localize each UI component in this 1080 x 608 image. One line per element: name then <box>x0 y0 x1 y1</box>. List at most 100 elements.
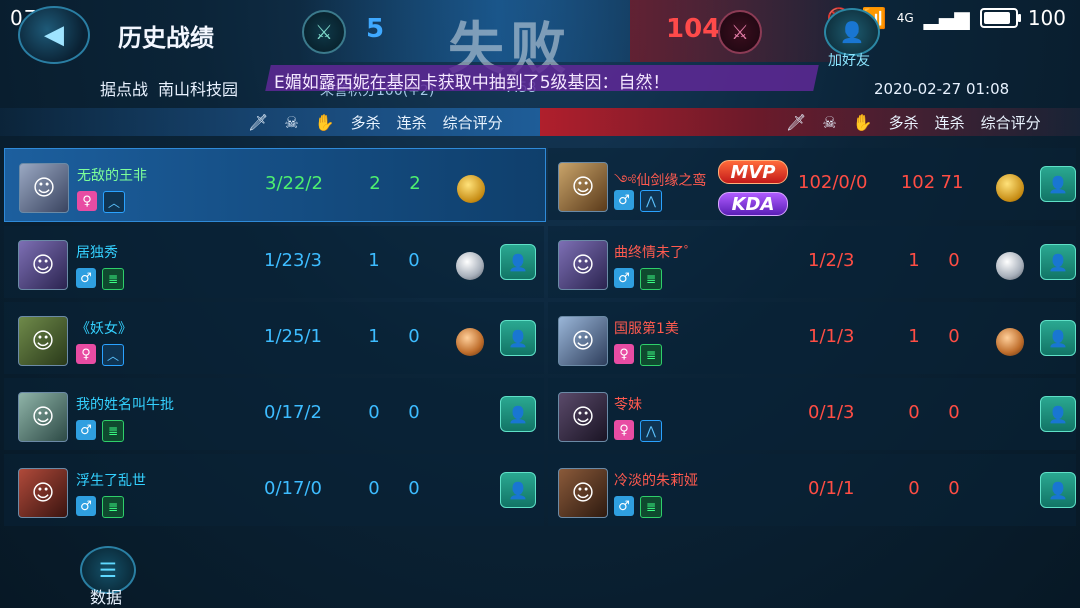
add-friend-button[interactable]: 👤 <box>500 472 536 508</box>
avatar: ☺ <box>18 240 68 290</box>
add-friend-button[interactable]: 👤 <box>500 320 536 356</box>
player-row[interactable]: ☺ 无敌的王非 ♀ ︿ 3/22/2 2 2 <box>4 148 546 222</box>
player-name[interactable]: 曲终情未了゜ <box>614 242 698 262</box>
add-user-icon: 👤 <box>1048 174 1068 194</box>
player-row[interactable]: ☺ 浮生了乱世 ♂ ≣ 0/17/0 0 0 👤 <box>4 454 544 526</box>
gender-icon: ♀ <box>614 420 634 440</box>
col-multi-kill: 多杀 <box>350 114 381 132</box>
blue-team-kills: 5 <box>366 14 385 44</box>
page-title: 历史战绩 <box>118 24 214 52</box>
streak: 0 <box>408 402 420 423</box>
add-friend-button[interactable]: 👤 <box>500 396 536 432</box>
add-friend-label: 加好友 <box>828 53 870 69</box>
gender-icon: ♂ <box>614 268 634 288</box>
red-team-kills: 104 <box>666 14 721 44</box>
kda: 3/22/2 <box>265 173 323 194</box>
col-multi-kill: 多杀 <box>888 114 919 132</box>
player-row[interactable]: ☺ 我的姓名叫牛批 ♂ ≣ 0/17/2 0 0 👤 <box>4 378 544 450</box>
kda-badge: KDA <box>718 192 788 216</box>
rank-icon: ≣ <box>640 496 662 518</box>
add-user-icon: 👤 <box>1048 328 1068 348</box>
streak: 0 <box>948 250 960 271</box>
add-friend-button[interactable]: 👤 <box>500 244 536 280</box>
rank-icon: ︿ <box>103 191 125 213</box>
rank-icon: ⋀ <box>640 420 662 442</box>
multi-kill: 1 <box>908 250 920 271</box>
col-streak: 连杀 <box>934 114 965 132</box>
kda: 0/17/0 <box>264 478 322 499</box>
player-name[interactable]: 无敌的王非 <box>77 165 147 185</box>
add-friend-button[interactable]: 👤 <box>1040 244 1076 280</box>
rank-icon: ≣ <box>102 268 124 290</box>
player-name[interactable]: 浮生了乱世 <box>76 470 146 490</box>
back-button[interactable]: ◀ <box>18 6 90 64</box>
gold-medal-icon <box>457 175 485 203</box>
player-row[interactable]: ☺ 曲终情未了゜ ♂ ≣ 1/2/3 1 0 👤 <box>548 226 1076 298</box>
red-team-emblem-icon: ⚔ <box>718 10 762 54</box>
match-date: 2020-02-27 01:08 <box>874 80 1010 98</box>
battery-icon <box>979 8 1021 28</box>
hand-icon: ✋ <box>852 113 873 132</box>
gender-icon: ♂ <box>614 496 634 516</box>
multi-kill: 0 <box>368 478 380 499</box>
kda: 102/0/0 <box>798 172 868 193</box>
rank-icon: ≣ <box>640 344 662 366</box>
sword-icon: 🗡 <box>786 113 807 132</box>
avatar: ☺ <box>18 468 68 518</box>
streak: 2 <box>409 173 421 194</box>
add-user-icon: 👤 <box>1048 404 1068 424</box>
add-friend-button[interactable]: 👤 <box>1040 396 1076 432</box>
skull-icon: ☠ <box>284 113 299 132</box>
gender-icon: ♀ <box>77 191 97 211</box>
match-info: 据点战 南山科技园 <box>100 76 238 100</box>
map-name: 南山科技园 <box>158 80 239 99</box>
add-user-icon: 👤 <box>508 404 528 424</box>
rank-icon: ︿ <box>102 344 124 366</box>
add-user-icon: 👤 <box>1048 480 1068 500</box>
kda: 1/1/3 <box>808 326 855 347</box>
rank-icon: ≣ <box>102 420 124 442</box>
add-friend-button[interactable]: 👤 <box>1040 472 1076 508</box>
kda: 0/1/3 <box>808 402 855 423</box>
player-row[interactable]: ☺ 居独秀 ♂ ≣ 1/23/3 1 0 👤 <box>4 226 544 298</box>
avatar: ☺ <box>18 392 68 442</box>
add-friend-button[interactable]: 👤 <box>824 8 880 56</box>
multi-kill: 102 <box>900 172 936 193</box>
avatar: ☺ <box>558 468 608 518</box>
blue-team-emblem-icon: ⚔ <box>302 10 346 54</box>
avatar: ☺ <box>19 163 69 213</box>
add-user-icon: 👤 <box>508 328 528 348</box>
player-row[interactable]: ☺ 苓妹 ♀ ⋀ 0/1/3 0 0 👤 <box>548 378 1076 450</box>
hand-icon: ✋ <box>314 113 335 132</box>
gender-icon: ♀ <box>614 344 634 364</box>
player-name[interactable]: 国服第1美 <box>614 318 679 338</box>
col-rating: 综合评分 <box>442 114 503 132</box>
network-label: 4G <box>896 11 914 25</box>
player-row[interactable]: ☺ 国服第1美 ♀ ≣ 1/1/3 1 0 👤 <box>548 302 1076 374</box>
player-row[interactable]: ☺ 冷淡的朱莉娅 ♂ ≣ 0/1/1 0 0 👤 <box>548 454 1076 526</box>
avatar: ☺ <box>558 392 608 442</box>
streak: 0 <box>408 250 420 271</box>
bronze-medal-icon <box>996 328 1024 356</box>
kda: 0/1/1 <box>808 478 855 499</box>
player-name[interactable]: 我的姓名叫牛批 <box>76 394 174 414</box>
add-friend-button[interactable]: 👤 <box>1040 166 1076 202</box>
player-name[interactable]: 居独秀 <box>76 242 118 262</box>
add-user-icon: 👤 <box>508 480 528 500</box>
player-row[interactable]: ☺ 《妖女》 ♀ ︿ 1/25/1 1 0 👤 <box>4 302 544 374</box>
player-name[interactable]: 《妖女》 <box>76 318 132 338</box>
player-name[interactable]: 苓妹 <box>614 394 642 414</box>
add-friend-button[interactable]: 👤 <box>1040 320 1076 356</box>
gold-medal-icon <box>996 174 1024 202</box>
multi-kill: 0 <box>908 478 920 499</box>
silver-medal-icon <box>996 252 1024 280</box>
add-user-icon: 👤 <box>508 252 528 272</box>
avatar: ☺ <box>558 316 608 366</box>
col-rating: 综合评分 <box>980 114 1041 132</box>
player-name[interactable]: 冷淡的朱莉娅 <box>614 470 698 490</box>
avatar: ☺ <box>558 162 608 212</box>
player-row[interactable]: ☺ ༺仙剑缘之鸾 ♂ ⋀ MVP KDA 102/0/0 102 71 👤 <box>548 148 1076 220</box>
game-mode: 据点战 <box>100 80 149 99</box>
broadcast-text: E媚如露西妮在基因卡获取中抽到了5级基因：自然！ <box>274 73 670 93</box>
battery-level: 100 <box>1027 6 1066 30</box>
